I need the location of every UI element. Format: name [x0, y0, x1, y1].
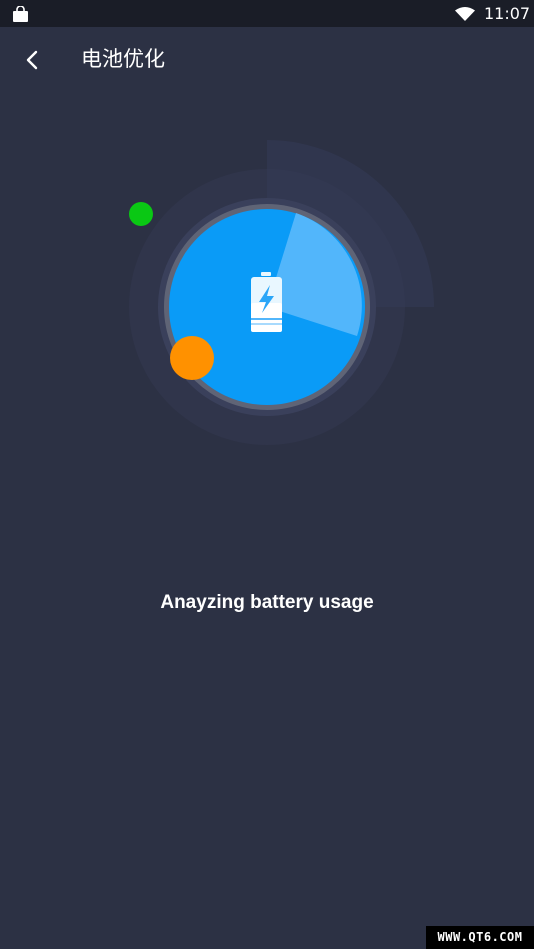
green-orbit-dot [129, 202, 153, 226]
analysis-status-text: Anayzing battery usage [160, 592, 374, 613]
orange-orbit-dot [170, 336, 214, 380]
battery-gauge [129, 140, 434, 445]
battery-charging-icon [251, 272, 282, 332]
watermark: WWW.QT6.COM [426, 926, 534, 949]
